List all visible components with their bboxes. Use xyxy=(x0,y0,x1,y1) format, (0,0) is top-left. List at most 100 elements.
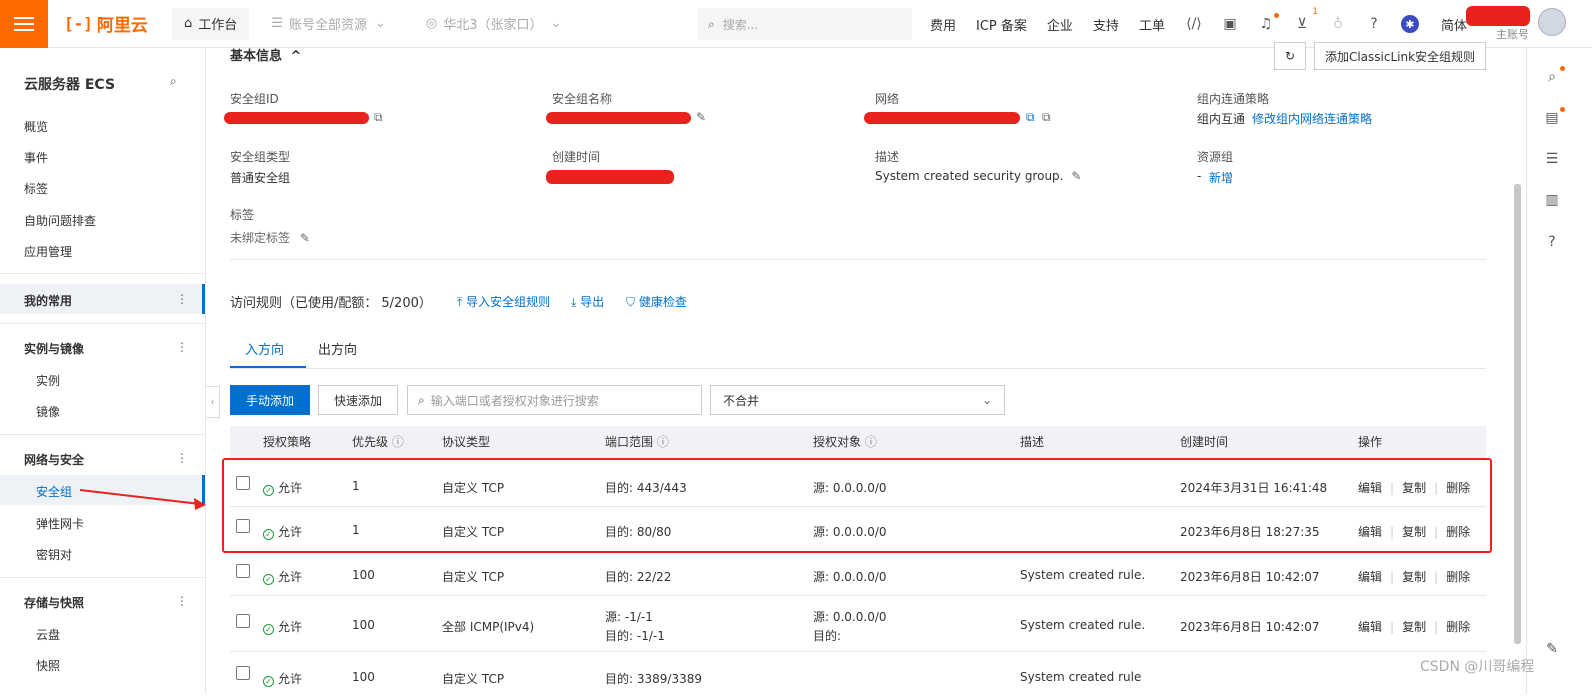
main-content: 基本信息 ^ ↻ 添加ClassicLink安全组规则 安全组ID ⧉ 安全组名… xyxy=(206,42,1526,694)
rule-search-input[interactable]: ⌕ 输入端口或者授权对象进行搜索 xyxy=(407,385,702,415)
delete-link[interactable]: 删除 xyxy=(1446,570,1470,584)
rules-quota: 5/200） xyxy=(381,296,432,311)
external-link-icon[interactable]: ⧉ xyxy=(1026,110,1035,125)
sg-type-label: 安全组类型 xyxy=(230,150,291,164)
checklist-icon[interactable]: ☰ xyxy=(1543,150,1561,168)
desc-cell: System created rule xyxy=(1020,670,1142,684)
more-icon[interactable]: ⋮ xyxy=(176,594,188,608)
col-actions: 操作 xyxy=(1358,435,1383,449)
add-classiclink-button[interactable]: 添加ClassicLink安全组规则 xyxy=(1314,42,1486,70)
copy-link[interactable]: 复制 xyxy=(1402,620,1426,634)
copy-icon[interactable]: ⧉ xyxy=(1042,110,1051,125)
delete-link[interactable]: 删除 xyxy=(1446,620,1470,634)
sidebar-item-apps[interactable]: 应用管理 xyxy=(24,243,72,260)
nav-ticket[interactable]: 工单 xyxy=(1139,15,1165,34)
bell-icon[interactable]: ♫ xyxy=(1257,13,1279,33)
logo-mark: [-] xyxy=(64,14,93,33)
sidebar-item-overview[interactable]: 概览 xyxy=(24,118,48,135)
tab-inbound[interactable]: 入方向 xyxy=(245,339,284,358)
rule-search-placeholder: 输入端口或者授权对象进行搜索 xyxy=(430,393,599,408)
sidebar-item-disks[interactable]: 云盘 xyxy=(36,626,60,643)
sidebar-item-events[interactable]: 事件 xyxy=(24,149,48,166)
copy-link[interactable]: 复制 xyxy=(1402,570,1426,584)
sidebar-group-storage[interactable]: 存储与快照 xyxy=(24,594,84,611)
help-icon[interactable]: ? xyxy=(1543,233,1561,251)
ai-assistant-icon[interactable]: ✱ xyxy=(1400,15,1419,33)
sidebar-item-security-group[interactable]: 安全组 xyxy=(36,483,72,500)
chevron-down-icon: ⌄ xyxy=(374,16,386,31)
code-icon[interactable]: ⟨/⟩ xyxy=(1185,15,1203,33)
sidebar-item-tags[interactable]: 标签 xyxy=(24,180,48,197)
language-switch[interactable]: 简体 xyxy=(1441,15,1467,34)
nav-support[interactable]: 支持 xyxy=(1093,15,1119,34)
rg-add-link[interactable]: 新增 xyxy=(1209,169,1233,186)
terminal-icon[interactable]: ▣ xyxy=(1221,15,1239,33)
help-icon[interactable]: ⓘ xyxy=(865,435,877,449)
tab-outbound[interactable]: 出方向 xyxy=(318,339,357,358)
edit-link[interactable]: 编辑 xyxy=(1358,620,1382,634)
avatar[interactable] xyxy=(1538,8,1566,36)
workspace-button[interactable]: ⌂ 工作台 xyxy=(172,7,250,40)
help-icon[interactable]: ⓘ xyxy=(657,435,669,449)
sidebar-favorites[interactable]: 我的常用 xyxy=(24,292,72,309)
hamburger-menu-button[interactable] xyxy=(0,0,48,48)
nav-icp[interactable]: ICP 备案 xyxy=(976,15,1027,34)
region-selector[interactable]: ◎ 华北3（张家口） ⌄ xyxy=(414,8,574,40)
cart-icon[interactable]: ⊻ 1 xyxy=(1293,7,1318,33)
bulb-icon[interactable]: ♁ xyxy=(1329,15,1347,33)
resource-selector[interactable]: ☰ 账号全部资源 ⌄ xyxy=(259,8,398,40)
nav-fee[interactable]: 费用 xyxy=(930,15,956,34)
sidebar: 云服务器 ECS ⌕ 概览 事件 标签 自助问题排查 应用管理 我的常用 ⋮ 实… xyxy=(0,48,206,694)
vertical-scrollbar[interactable] xyxy=(1514,184,1521,644)
global-search-input[interactable]: ⌕ 搜索... xyxy=(698,8,912,40)
aliyun-logo[interactable]: [-] 阿里云 xyxy=(64,11,172,36)
import-rules-link[interactable]: ⤒ 导入安全组规则 xyxy=(457,293,550,310)
account-menu[interactable]: 主账号 xyxy=(1466,4,1536,44)
modify-policy-link[interactable]: 修改组内网络连通策略 xyxy=(1252,110,1372,127)
policy-value: 组内互通 xyxy=(1197,112,1246,126)
export-link[interactable]: ⤓ 导出 xyxy=(571,293,604,310)
col-target: 授权对象 ⓘ xyxy=(813,426,877,458)
rg-label: 资源组 xyxy=(1197,150,1234,164)
edit-link[interactable]: 编辑 xyxy=(1358,570,1382,584)
sidebar-item-images[interactable]: 镜像 xyxy=(36,403,60,420)
more-icon[interactable]: ⋮ xyxy=(176,292,188,306)
tabs-divider xyxy=(230,368,1486,369)
section-title-basic[interactable]: 基本信息 ^ xyxy=(230,45,301,64)
refresh-button[interactable]: ↻ xyxy=(1274,42,1306,70)
help-icon[interactable]: ⓘ xyxy=(392,435,404,449)
book-icon[interactable]: ▤ xyxy=(1543,107,1565,127)
merge-select[interactable]: 不合并 ⌄ xyxy=(710,385,1005,415)
sg-name-label: 安全组名称 xyxy=(552,92,613,106)
created-cell: 2023年6月8日 10:42:07 xyxy=(1180,570,1320,584)
sidebar-item-instances[interactable]: 实例 xyxy=(36,372,60,389)
policy-cell: ✓ 允许 xyxy=(263,568,302,585)
health-check-link[interactable]: ⛉ 健康检查 xyxy=(626,293,687,310)
sidebar-group-network[interactable]: 网络与安全 xyxy=(24,451,84,468)
row-checkbox[interactable] xyxy=(236,614,250,628)
row-checkbox[interactable] xyxy=(236,666,250,680)
copy-icon[interactable]: ⧉ xyxy=(374,110,383,125)
more-icon[interactable]: ⋮ xyxy=(176,451,188,465)
sg-id-label: 安全组ID xyxy=(230,92,279,106)
docs-icon[interactable]: ▥ xyxy=(1543,191,1561,209)
sidebar-item-troubleshoot[interactable]: 自助问题排查 xyxy=(24,212,96,229)
sidebar-item-eni[interactable]: 弹性网卡 xyxy=(36,515,84,532)
edit-icon[interactable]: ✎ xyxy=(1071,169,1081,183)
nav-enterprise[interactable]: 企业 xyxy=(1047,15,1073,34)
manual-add-button[interactable]: 手动添加 xyxy=(230,385,310,415)
sidebar-favorites-bar xyxy=(202,284,205,314)
sidebar-item-keypair[interactable]: 密钥对 xyxy=(36,546,72,563)
top-right-nav: 费用 ICP 备案 企业 支持 工单 ⟨/⟩ ▣ ♫ ⊻ 1 ♁ ? ✱ 简体 xyxy=(930,0,1487,48)
more-icon[interactable]: ⋮ xyxy=(176,340,188,354)
edit-icon[interactable]: ✎ xyxy=(696,110,706,124)
edit-icon[interactable]: ✎ xyxy=(1543,640,1561,658)
quick-add-button[interactable]: 快速添加 xyxy=(318,385,398,415)
edit-icon[interactable]: ✎ xyxy=(300,231,310,245)
row-checkbox[interactable] xyxy=(236,564,250,578)
sidebar-search-icon[interactable]: ⌕ xyxy=(170,74,177,89)
search-icon[interactable]: ⌕ xyxy=(1543,66,1565,86)
sidebar-item-snapshots[interactable]: 快照 xyxy=(36,657,60,674)
sidebar-group-instances[interactable]: 实例与镜像 xyxy=(24,340,84,357)
help-icon[interactable]: ? xyxy=(1365,15,1383,33)
